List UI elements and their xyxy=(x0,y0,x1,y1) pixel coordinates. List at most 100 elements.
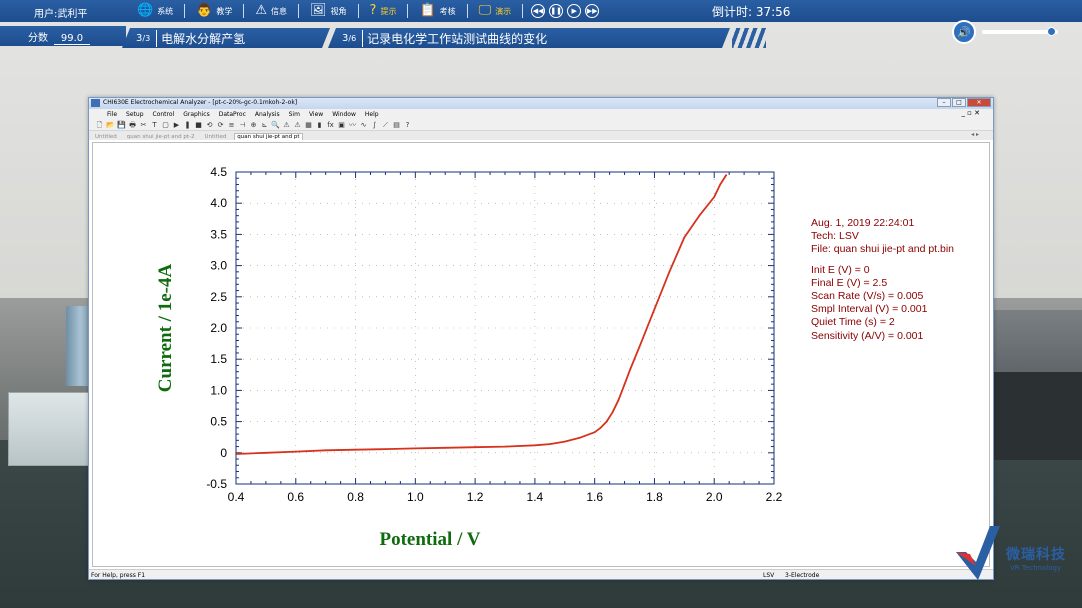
new-icon[interactable]: 🗋 xyxy=(95,121,104,129)
play-icon[interactable]: ▶ xyxy=(567,4,582,18)
data-point xyxy=(653,308,656,311)
score-label: 分数 xyxy=(28,33,48,44)
integrate-icon[interactable]: ∫ xyxy=(370,121,379,129)
close-button[interactable]: ✕ xyxy=(967,98,991,107)
pause-icon[interactable]: ❚❚ xyxy=(549,4,564,18)
app-menu-item[interactable]: Sim xyxy=(289,111,300,118)
step-sub[interactable]: 3/6 记录电化学工作站测试曲线的变化 xyxy=(328,28,730,48)
app-menu-item[interactable]: View xyxy=(309,111,323,118)
data-point xyxy=(534,444,536,447)
window-icon[interactable]: ▣ xyxy=(337,121,346,129)
app-menu-item[interactable]: DataProc xyxy=(219,111,246,118)
toolbar: 🗋 📂 💾 🖶 ✂ T ▢ ▶ ❚ ■ ⟲ ⟳ ≡ ⊣ ⊕ ⊾ 🔍 ⚠ ⚠ ▦ ▮ fx ▣ 〰 ∿ ∫ ⟋ ▤? xyxy=(89,119,993,131)
undo-icon[interactable]: ⟲ xyxy=(205,121,214,129)
app-icon xyxy=(91,99,100,107)
warning-icon[interactable]: ⚠ xyxy=(293,121,302,129)
list-icon[interactable]: ≡ xyxy=(227,121,236,129)
document-tabs: Untitled quan shui jie-pt and pt-2 Untitle… xyxy=(89,131,993,140)
volume-icon[interactable]: 🔊 xyxy=(952,20,976,44)
graph-icon[interactable]: ⊾ xyxy=(260,121,269,129)
lsv-chart: 0.4 0.6 0.8 1.0 1.2 1.4 1.6 1.8 2.0 2.2 4.5 4.0 3.5 3… xyxy=(155,165,783,550)
data-point xyxy=(265,451,267,454)
data-point xyxy=(629,367,632,370)
score-box: 分数 99.0 xyxy=(0,26,126,46)
menu-globe[interactable]: 🌐 系统 xyxy=(132,0,178,22)
app-menu-item[interactable]: File xyxy=(107,111,117,118)
app-menu-item[interactable]: Setup xyxy=(126,111,143,118)
menu-separator xyxy=(466,4,468,18)
help-icon[interactable]: ? xyxy=(403,121,412,129)
document-tab[interactable]: Untitled xyxy=(93,134,119,140)
marker-icon[interactable]: ⊣ xyxy=(238,121,247,129)
wave-icon[interactable]: ∿ xyxy=(359,121,368,129)
bar-icon[interactable]: ▮ xyxy=(315,121,324,129)
info-date: Aug. 1, 2019 22:24:01 xyxy=(811,217,915,229)
cut-icon[interactable]: ✂ xyxy=(139,121,148,129)
menu-separator xyxy=(357,4,359,18)
app-menu-item[interactable]: Graphics xyxy=(183,111,210,118)
rewind-icon[interactable]: ◀◀ xyxy=(531,4,546,18)
stop-icon[interactable]: ■ xyxy=(194,121,203,129)
info-param: Final E (V) = 2.5 xyxy=(811,276,888,289)
slope-icon[interactable]: ⟋ xyxy=(381,121,390,129)
menu-question[interactable]: ? 提示 xyxy=(365,0,402,22)
print-icon[interactable]: 🖶 xyxy=(128,121,137,129)
pause-icon[interactable]: ❚ xyxy=(183,121,192,129)
fast-forward-icon[interactable]: ▶▶ xyxy=(585,4,600,18)
instrument-face xyxy=(994,372,1082,460)
logo-text-cn: 微瑞科技 xyxy=(1006,547,1066,563)
redo-icon[interactable]: ⟳ xyxy=(216,121,225,129)
app-menu-item[interactable]: Window xyxy=(332,111,356,118)
volume-knob[interactable] xyxy=(1046,27,1056,36)
menu-monitor[interactable]: 🖵 演示 xyxy=(474,0,517,22)
document-tab[interactable]: Untitled xyxy=(203,134,229,140)
data-point xyxy=(725,174,728,176)
x-tick-label: 2.2 xyxy=(766,490,783,504)
smooth-icon[interactable]: 〰 xyxy=(348,121,357,129)
data-point xyxy=(235,453,237,455)
document-tab[interactable]: quan shui jie-pt and pt-2 xyxy=(125,134,197,140)
x-tick-label: 1.6 xyxy=(586,490,603,504)
minimize-button[interactable]: – xyxy=(937,98,951,107)
mdi-controls[interactable]: _ ▫ ✕ xyxy=(961,109,980,117)
menu-label: 视角 xyxy=(330,6,347,16)
y-tick-label: 3.0 xyxy=(210,259,227,273)
tab-scroll-arrows[interactable]: ◂ ▸ xyxy=(969,131,981,138)
app-menu-item[interactable]: Analysis xyxy=(255,111,280,118)
alert-icon[interactable]: ⚠ xyxy=(282,121,291,129)
open-icon[interactable]: 📂 xyxy=(106,121,115,129)
menu-teacher[interactable]: 👨 教学 xyxy=(191,0,237,22)
frame-icon[interactable]: ▢ xyxy=(161,121,170,129)
app-menu-item[interactable]: Help xyxy=(365,111,379,118)
menu-label: 信息 xyxy=(271,6,288,16)
table-icon[interactable]: ▤ xyxy=(392,121,401,129)
step-sub-den: 6 xyxy=(351,33,357,43)
app-menu-item[interactable]: Control xyxy=(153,111,175,118)
maximize-button[interactable]: □ xyxy=(952,98,966,107)
plot-frame xyxy=(235,171,775,485)
grid-icon[interactable]: ▦ xyxy=(304,121,313,129)
step-sub-num: 3 xyxy=(342,32,349,44)
menu-warning[interactable]: ⚠ 信息 xyxy=(250,0,292,22)
save-icon[interactable]: 💾 xyxy=(117,121,126,129)
clipboard-icon: 📋 xyxy=(419,3,436,18)
target-icon[interactable]: ⊕ xyxy=(249,121,258,129)
info-tech: Tech: LSV xyxy=(811,230,859,243)
data-point xyxy=(354,448,357,451)
zoom-icon[interactable]: 🔍 xyxy=(271,121,280,129)
step-main-text: 电解水分解产氢 xyxy=(156,30,245,47)
function-icon[interactable]: fx xyxy=(326,121,335,129)
document-tab[interactable]: quan shui jie-pt and pt xyxy=(234,133,303,140)
menu-separator xyxy=(243,4,245,18)
step-main[interactable]: 3/3 电解水分解产氢 xyxy=(122,28,330,48)
menu-image[interactable]: 🖼 视角 xyxy=(305,0,352,22)
run-icon[interactable]: ▶ xyxy=(172,121,181,129)
status-technique: LSV xyxy=(763,572,775,579)
step-sub-text: 记录电化学工作站测试曲线的变化 xyxy=(362,30,547,47)
menu-clipboard[interactable]: 📋 考核 xyxy=(414,0,460,22)
experiment-info: Aug. 1, 2019 22:24:01 Tech: LSV File: qu… xyxy=(811,217,954,343)
status-bar: For Help, press F1 LSV 3-Electrode xyxy=(89,569,993,579)
text-icon[interactable]: T xyxy=(150,121,159,129)
data-point xyxy=(605,420,608,423)
x-axis-label: Potential / V xyxy=(380,529,481,550)
